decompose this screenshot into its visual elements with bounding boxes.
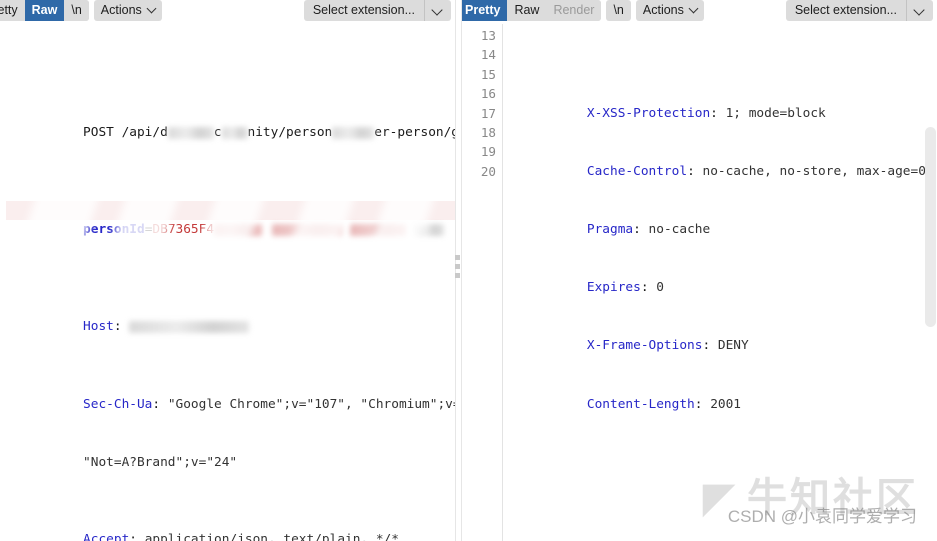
chevron-down-icon[interactable]	[424, 0, 451, 21]
line-number: 17	[480, 105, 496, 121]
header-key: X-XSS-Protection	[586, 105, 711, 121]
header-key: X-Frame-Options	[586, 338, 703, 354]
tab-pretty[interactable]: Pretty	[462, 0, 508, 21]
resp-header-cache-control: Cache-Control: no-cache, no-store, max-a…	[510, 142, 937, 179]
line-number: 15	[480, 66, 496, 82]
header-value: no-cache, no-store, max-age=0, must-reva	[702, 163, 934, 179]
resp-header-expires: Expires: 0	[586, 280, 664, 296]
resp-blank-line	[510, 433, 937, 452]
response-body[interactable]: 13 14 15 16 17 18 19 20 X-XSS-Protection…	[462, 22, 937, 541]
request-code[interactable]: POST /api/dcnity/personer-person/get? pe…	[0, 22, 455, 541]
request-select-extension-label: Select extension...	[312, 3, 415, 17]
request-line: POST /api/dcnity/personer-person/get?	[83, 125, 455, 141]
redaction-param-2	[272, 224, 343, 237]
tab-render[interactable]: Render	[546, 0, 602, 21]
json-open-brace: {	[510, 530, 937, 541]
response-code[interactable]: X-XSS-Protection: 1; mode=block Cache-Co…	[503, 22, 937, 541]
redaction-param-1	[214, 224, 263, 237]
line-number: 13	[480, 28, 496, 43]
line-number: 14	[480, 47, 496, 63]
drag-dot	[455, 264, 460, 269]
resp-header-content-length: Content-Length: 2001	[586, 396, 742, 412]
header-key: Cache-Control	[586, 163, 688, 179]
response-actions-button[interactable]: Actions	[635, 0, 704, 21]
response-line-numbers: 13 14 15 16 17 18 19 20	[462, 22, 502, 541]
response-select-extension[interactable]: Select extension...	[785, 0, 933, 21]
header-key: Expires	[586, 280, 641, 296]
request-param-line: personId=DB7365F41.1	[6, 200, 455, 237]
header-host: Host:	[6, 298, 455, 334]
response-toolbar-spacer	[709, 0, 786, 21]
response-select-extension-label: Select extension...	[794, 3, 897, 17]
redaction-host-2	[221, 127, 248, 140]
header-sec-ch-ua: Sec-Ch-Ua: "Google Chrome";v="107", "Chr…	[6, 375, 455, 412]
drag-dot	[455, 255, 460, 260]
tab-raw[interactable]: Raw	[507, 0, 547, 21]
param-key: personId	[83, 222, 145, 238]
request-body[interactable]: POST /api/dcnity/personer-person/get? pe…	[0, 22, 455, 541]
request-method-path: POST /api/d	[83, 125, 168, 141]
header-value: 0	[656, 280, 664, 296]
response-newline-group[interactable]: \n	[606, 0, 631, 21]
redaction-host-3	[332, 127, 375, 140]
header-key: Pragma	[586, 222, 634, 238]
request-actions-button[interactable]: Actions	[93, 0, 162, 21]
header-value-cont: "Not=A?Brand";v="24"	[83, 454, 238, 470]
response-vertical-scrollbar[interactable]	[925, 127, 936, 327]
response-toolbar: Pretty Raw Render \n Actions Select exte…	[462, 0, 937, 22]
tab-newline[interactable]: \n	[606, 0, 631, 21]
redaction-param-4	[414, 224, 445, 237]
request-toolbar-spacer	[167, 0, 304, 21]
header-key: Sec-Ch-Ua	[83, 396, 153, 412]
tab-newline[interactable]: \n	[64, 0, 89, 21]
line-number: 20	[480, 163, 496, 179]
header-key: Content-Length	[586, 396, 695, 412]
header-value: no-cache	[648, 222, 711, 238]
param-value: DB7365F4	[152, 222, 215, 238]
response-panel: Pretty Raw Render \n Actions Select exte…	[462, 0, 937, 541]
request-view-tabs[interactable]: Pretty Raw \n	[0, 0, 89, 21]
line-number: 19	[480, 144, 496, 160]
request-panel: Pretty Raw \n Actions Select extension..…	[0, 0, 455, 541]
redaction-host-1	[167, 127, 214, 140]
redaction-param-3	[350, 224, 407, 237]
request-toolbar: Pretty Raw \n Actions Select extension..…	[0, 0, 455, 22]
drag-dot	[455, 273, 460, 278]
resp-header-x-xss-protection: X-XSS-Protection: 1; mode=block	[586, 105, 826, 121]
burp-suite-repeater-window: Pretty Raw \n Actions Select extension..…	[0, 0, 937, 541]
header-value: 1; mode=block	[725, 105, 826, 121]
tab-pretty[interactable]: Pretty	[0, 0, 25, 21]
splitter-drag-handle[interactable]	[455, 255, 461, 278]
response-view-tabs[interactable]: Pretty Raw Render	[462, 0, 602, 21]
header-accept: Accept: application/json, text/plain, */…	[6, 511, 455, 541]
header-value: "Google Chrome";v="107", "Chromium";v="1…	[167, 396, 455, 412]
redaction-host-value	[129, 321, 250, 334]
header-value: DENY	[717, 338, 749, 354]
header-value: application/json, text/plain, */*	[144, 532, 399, 541]
line-number: 18	[480, 125, 496, 141]
resp-header-x-frame-options: X-Frame-Options: DENY	[586, 338, 749, 354]
request-select-extension[interactable]: Select extension...	[303, 0, 451, 21]
chevron-down-icon[interactable]	[906, 0, 933, 21]
tab-raw[interactable]: Raw	[24, 0, 65, 21]
header-key: Accept	[83, 532, 130, 541]
resp-header-pragma: Pragma: no-cache	[586, 222, 711, 238]
line-number: 16	[480, 86, 496, 102]
header-key: Host	[83, 319, 114, 335]
header-value: 2001	[710, 396, 742, 412]
header-sec-ch-ua-cont: "Not=A?Brand";v="24"	[6, 433, 455, 470]
